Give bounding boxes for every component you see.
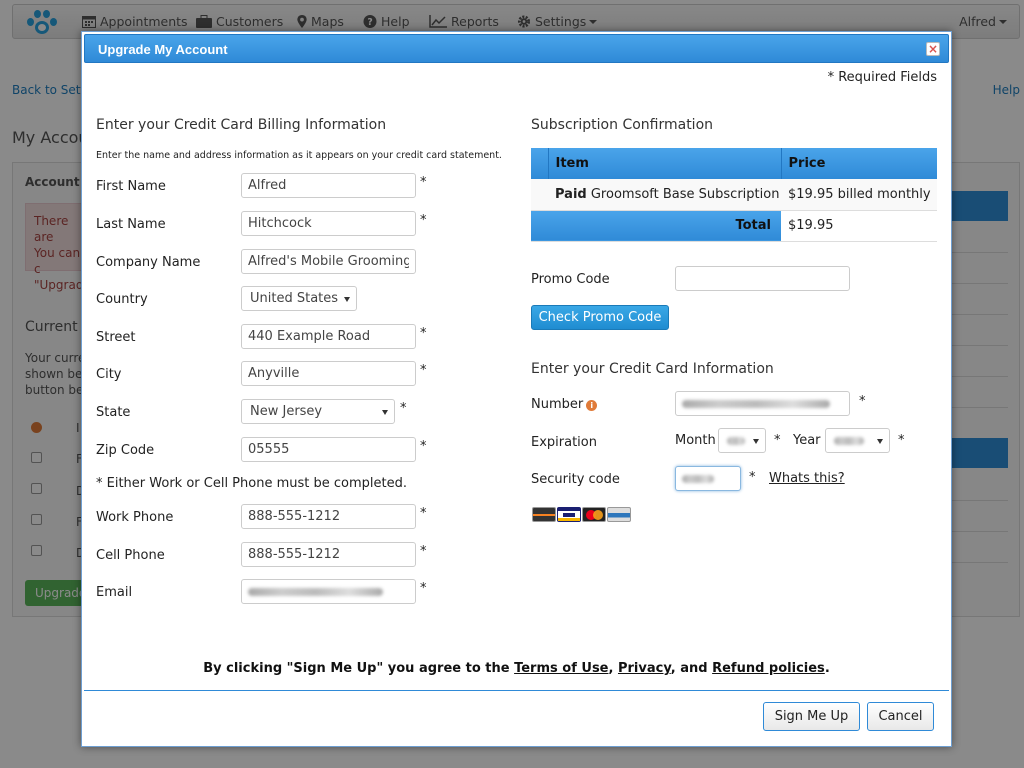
cell-phone-label: Cell Phone (96, 548, 165, 563)
table-gutter (531, 179, 548, 211)
required-marker: * (420, 581, 427, 596)
dropdown-arrow-icon (753, 439, 759, 444)
required-marker: * (420, 326, 427, 341)
accepted-cards (532, 507, 632, 523)
required-marker: * (774, 433, 781, 448)
required-marker: * (898, 433, 905, 448)
email-input[interactable] (241, 579, 416, 604)
agreement-text: , (608, 661, 618, 676)
american-express-card-icon (607, 507, 631, 522)
total-value: $19.95 (781, 210, 937, 242)
privacy-link[interactable]: Privacy (618, 661, 671, 676)
required-marker: * (859, 394, 866, 409)
refund-policies-link[interactable]: Refund policies (712, 661, 825, 676)
mastercard-icon (582, 507, 606, 522)
dropdown-arrow-icon (344, 297, 350, 302)
redacted-value (834, 436, 864, 445)
table-gutter (531, 210, 548, 242)
street-input[interactable] (241, 324, 416, 349)
month-label: Month (675, 433, 716, 448)
required-marker: * (420, 544, 427, 559)
country-select[interactable]: United States (241, 286, 357, 311)
required-marker: * (420, 213, 427, 228)
footer-divider (84, 690, 949, 691)
table-header-row: Item Price (531, 148, 937, 179)
expiration-label: Expiration (531, 435, 597, 450)
subscription-table: Item Price Paid Groomsoft Base Subscript… (531, 148, 937, 242)
subscription-name: Groomsoft Base Subscription (590, 186, 780, 202)
required-marker: * (420, 363, 427, 378)
work-phone-label: Work Phone (96, 510, 174, 525)
table-gutter (531, 148, 548, 179)
year-label: Year (793, 433, 821, 448)
whats-this-link[interactable]: Whats this? (769, 471, 845, 486)
card-number-label: Number i (531, 397, 598, 412)
check-promo-code-button[interactable]: Check Promo Code (531, 305, 669, 330)
required-fields-note: * Required Fields (827, 70, 937, 85)
dropdown-arrow-icon (877, 439, 883, 444)
state-select[interactable]: New Jersey (241, 399, 395, 424)
column-header-price: Price (780, 148, 937, 179)
total-row: Total $19.95 (531, 210, 937, 242)
cancel-button[interactable]: Cancel (867, 702, 934, 731)
street-label: Street (96, 330, 136, 345)
required-marker: * (400, 401, 407, 416)
redacted-value (727, 436, 745, 445)
sign-me-up-button[interactable]: Sign Me Up (763, 702, 860, 731)
subscription-item-cell: Paid Groomsoft Base Subscription (548, 179, 781, 211)
first-name-input[interactable] (241, 173, 416, 198)
email-label: Email (96, 585, 133, 600)
required-marker: * (420, 439, 427, 454)
promo-code-input[interactable] (675, 266, 850, 291)
last-name-input[interactable] (241, 211, 416, 236)
total-label: Total (548, 210, 781, 242)
terms-agreement: By clicking "Sign Me Up" you agree to th… (82, 661, 951, 676)
upgrade-account-dialog: Upgrade My Account × * Required Fields E… (81, 31, 952, 747)
city-input[interactable] (241, 361, 416, 386)
dropdown-arrow-icon (382, 410, 388, 415)
security-code-label: Security code (531, 472, 620, 487)
terms-of-use-link[interactable]: Terms of Use (514, 661, 608, 676)
visa-card-icon (557, 507, 581, 522)
security-code-input[interactable] (675, 466, 741, 491)
expiration-month-select[interactable] (718, 428, 766, 453)
zip-code-input[interactable] (241, 437, 416, 462)
card-heading: Enter your Credit Card Information (531, 361, 774, 377)
state-label: State (96, 405, 131, 420)
phone-requirement-note: * Either Work or Cell Phone must be comp… (96, 476, 407, 491)
last-name-label: Last Name (96, 217, 166, 232)
info-icon[interactable]: i (586, 400, 598, 411)
agreement-text: By clicking "Sign Me Up" you agree to th… (203, 661, 515, 676)
card-number-input[interactable] (675, 391, 850, 416)
first-name-label: First Name (96, 179, 166, 194)
city-label: City (96, 367, 122, 382)
redacted-value (248, 587, 383, 596)
required-marker: * (749, 470, 756, 485)
company-name-input[interactable] (241, 249, 416, 274)
agreement-text: . (824, 661, 830, 676)
subscription-price-cell: $19.95 billed monthly (781, 179, 937, 211)
work-phone-input[interactable] (241, 504, 416, 529)
redacted-value (682, 399, 830, 408)
required-marker: * (420, 506, 427, 521)
company-name-label: Company Name (96, 255, 201, 270)
expiration-year-select[interactable] (825, 428, 890, 453)
promo-code-label: Promo Code (531, 272, 610, 287)
discover-card-icon (532, 507, 556, 522)
required-marker: * (420, 175, 427, 190)
table-row: Paid Groomsoft Base Subscription $19.95 … (531, 179, 937, 211)
agreement-text: , and (670, 661, 713, 676)
subscription-status: Paid (555, 186, 587, 202)
billing-hint: Enter the name and address information a… (96, 150, 502, 161)
dialog-header: Upgrade My Account × (84, 34, 949, 63)
redacted-value (682, 474, 714, 483)
dialog-title: Upgrade My Account (98, 42, 228, 57)
subscription-heading: Subscription Confirmation (531, 117, 714, 133)
close-icon[interactable]: × (926, 42, 940, 56)
zip-code-label: Zip Code (96, 443, 155, 458)
country-label: Country (96, 292, 148, 307)
billing-heading: Enter your Credit Card Billing Informati… (96, 117, 387, 133)
column-header-item: Item (547, 148, 781, 179)
cell-phone-input[interactable] (241, 542, 416, 567)
